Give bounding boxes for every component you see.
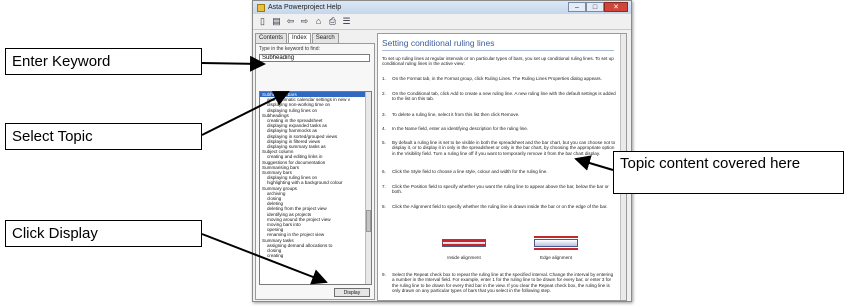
select-topic-arrow: [201, 91, 290, 136]
enter-keyword-arrow: [201, 55, 266, 72]
click-display-arrow: [201, 233, 328, 285]
callout-topic-content: Topic content covered here: [613, 151, 844, 194]
callout-select-topic: Select Topic: [5, 123, 202, 150]
topic-content-arrow: [574, 155, 614, 171]
callout-enter-keyword: Enter Keyword: [5, 48, 202, 75]
callout-click-display: Click Display: [5, 220, 202, 247]
